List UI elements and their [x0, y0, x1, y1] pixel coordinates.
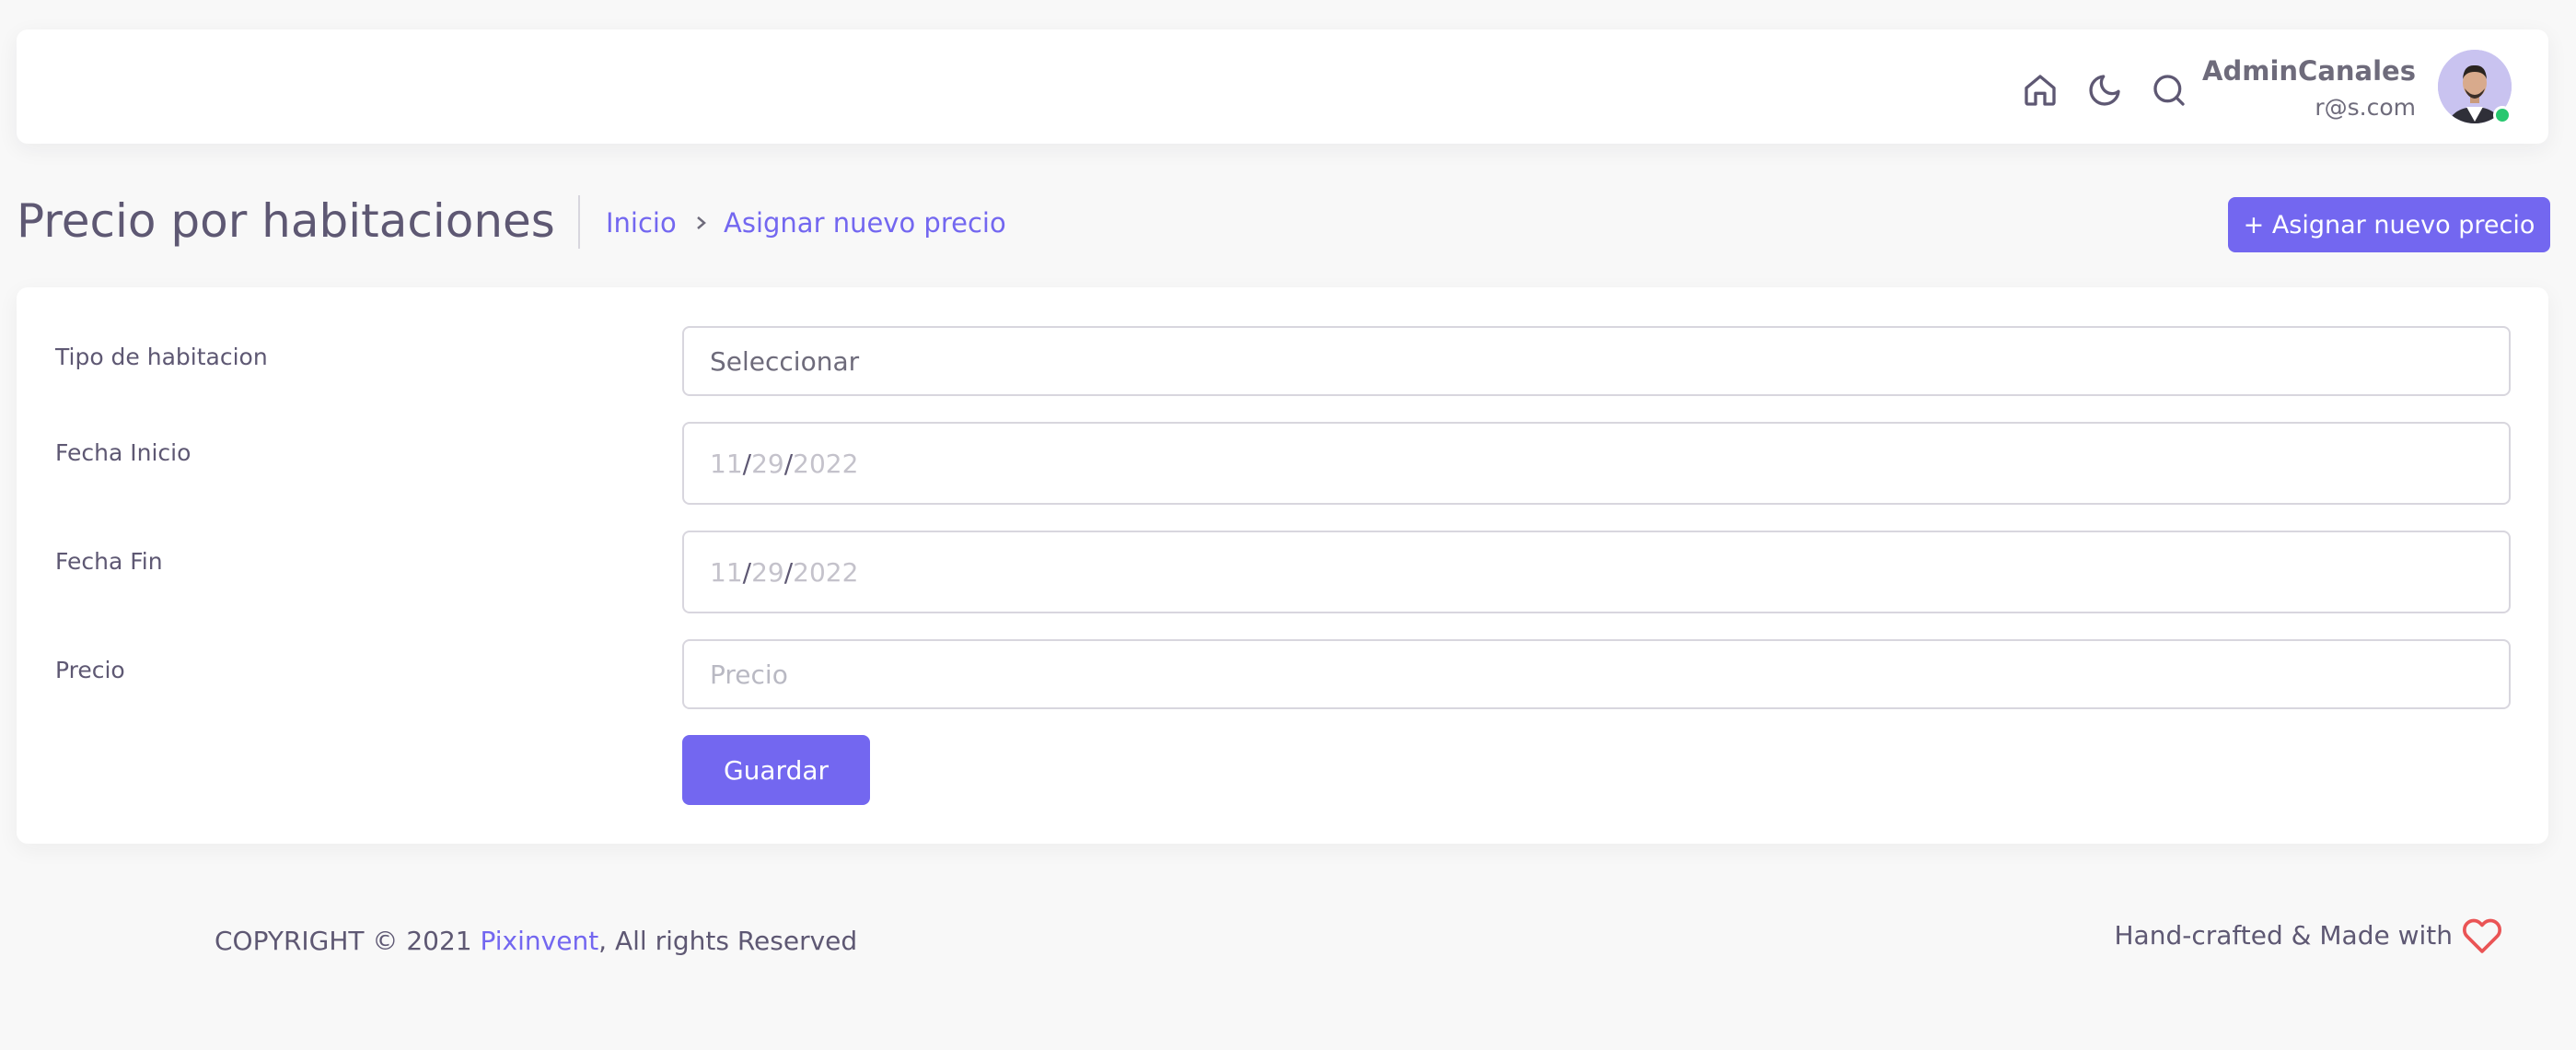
- page-title: Precio por habitaciones: [17, 194, 555, 248]
- footer-company-link[interactable]: Pixinvent: [481, 926, 599, 956]
- moon-icon[interactable]: [2083, 68, 2127, 112]
- end-date-month[interactable]: 11: [710, 557, 743, 588]
- assign-new-price-button[interactable]: + Asignar nuevo precio: [2228, 197, 2550, 252]
- price-label: Precio: [55, 657, 125, 683]
- start-date-month[interactable]: 11: [710, 449, 743, 479]
- search-icon[interactable]: [2147, 68, 2191, 112]
- end-date-label: Fecha Fin: [55, 548, 163, 575]
- price-form-card: Tipo de habitacion Seleccionar Fecha Ini…: [17, 287, 2548, 844]
- start-date-year[interactable]: 2022: [793, 449, 858, 479]
- end-date-input[interactable]: 11/29/2022: [682, 531, 2511, 613]
- user-email: r@s.com: [2315, 94, 2416, 121]
- start-date-label: Fecha Inicio: [55, 439, 191, 466]
- top-navbar: AdminCanales r@s.com: [17, 29, 2548, 144]
- chevron-right-icon: [690, 208, 713, 238]
- room-type-value: Seleccionar: [710, 345, 860, 377]
- room-type-select[interactable]: Seleccionar: [682, 326, 2511, 396]
- start-date-day[interactable]: 29: [751, 449, 784, 479]
- price-placeholder: Precio: [710, 659, 788, 690]
- user-name[interactable]: AdminCanales: [2202, 55, 2416, 87]
- end-date-day[interactable]: 29: [751, 557, 784, 588]
- heart-icon: [2462, 916, 2502, 956]
- title-divider: [578, 195, 580, 249]
- room-type-label: Tipo de habitacion: [55, 344, 268, 370]
- footer-copyright: COPYRIGHT © 2021 Pixinvent, All rights R…: [215, 926, 858, 956]
- price-input[interactable]: Precio: [682, 639, 2511, 709]
- breadcrumb-home[interactable]: Inicio: [606, 204, 677, 241]
- footer-made-with: Hand-crafted & Made with: [2114, 920, 2454, 951]
- save-button[interactable]: Guardar: [682, 735, 870, 805]
- breadcrumb-current[interactable]: Asignar nuevo precio: [724, 204, 1006, 241]
- home-icon[interactable]: [2018, 68, 2062, 112]
- online-status-dot: [2493, 106, 2512, 124]
- end-date-year[interactable]: 2022: [793, 557, 858, 588]
- start-date-input[interactable]: 11/29/2022: [682, 422, 2511, 505]
